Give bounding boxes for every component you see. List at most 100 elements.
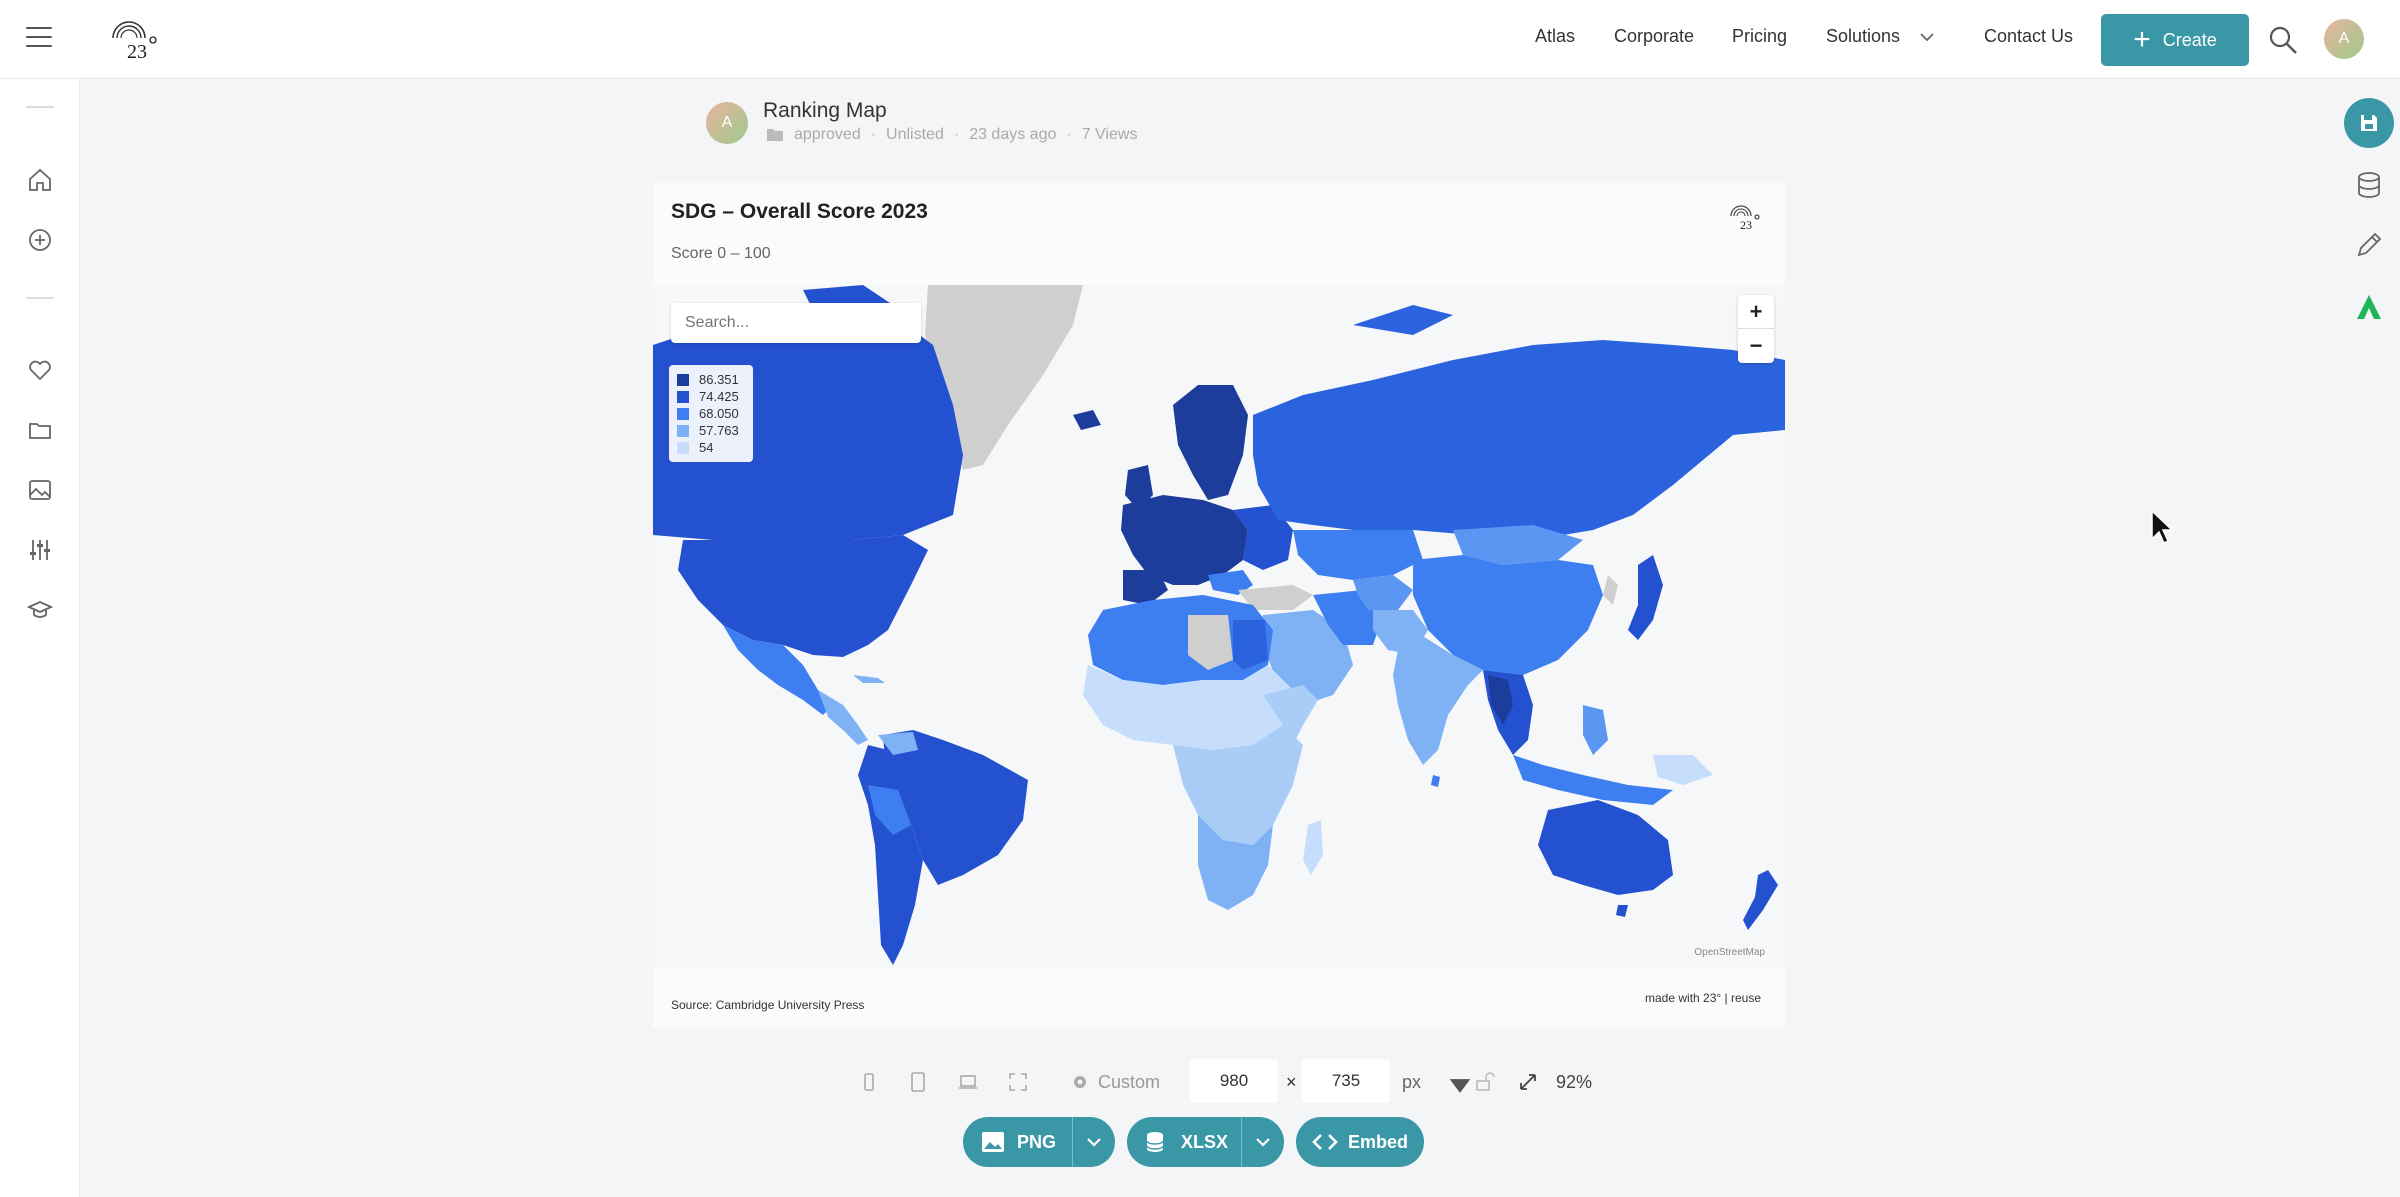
legend-label: 74.425 — [699, 389, 739, 404]
top-bar: 23 Atlas Corporate Pricing Solutions Con… — [0, 0, 2400, 79]
heart-icon[interactable] — [27, 357, 53, 383]
folder-icon[interactable] — [27, 417, 53, 443]
height-input[interactable]: 735 — [1302, 1059, 1390, 1103]
legend-item[interactable]: 54 — [677, 439, 745, 456]
search-icon[interactable] — [2268, 25, 2298, 55]
embed-label: Embed — [1348, 1131, 1409, 1152]
legend-label: 54 — [699, 440, 714, 455]
legend-swatch — [677, 424, 689, 437]
map-attribution[interactable]: OpenStreetMap — [1694, 947, 1765, 958]
project-title[interactable]: Ranking Map — [763, 99, 887, 123]
owner-avatar[interactable]: A — [706, 102, 748, 144]
png-label: PNG — [1017, 1131, 1057, 1152]
create-button[interactable]: + Create — [2101, 14, 2249, 66]
source-prefix: Source: — [671, 998, 713, 1012]
nav-solutions[interactable]: Solutions — [1826, 26, 1900, 47]
map-subtitle: Score 0 – 100 — [671, 245, 771, 262]
hamburger-menu-icon[interactable] — [26, 27, 52, 51]
phone-icon[interactable] — [857, 1070, 881, 1094]
code-icon — [1312, 1134, 1338, 1150]
choropleth-map[interactable]: 86.351 74.425 68.050 57.763 54 + − OpenStree… — [653, 285, 1785, 968]
svg-text:23: 23 — [1740, 218, 1752, 232]
times-sign: × — [1286, 1071, 1297, 1092]
floppy-disk-icon — [2361, 115, 2377, 131]
folder-icon — [767, 129, 783, 141]
source-note: Source: Cambridge University Press — [671, 998, 864, 1012]
pencil-icon[interactable] — [2354, 230, 2384, 260]
meta-folder[interactable]: approved — [794, 126, 861, 144]
meta-views: 7 Views — [1081, 126, 1138, 143]
xlsx-label: XLSX — [1181, 1131, 1229, 1152]
save-button[interactable] — [2344, 98, 2394, 148]
preset-label: Custom — [1098, 1071, 1161, 1092]
legend-item[interactable]: 68.050 — [677, 405, 745, 422]
left-sidebar — [0, 79, 80, 1197]
legend-label: 57.763 — [699, 423, 739, 438]
legend-swatch — [677, 407, 689, 420]
map-card: SDG – Overall Score 2023 Score 0 – 100 2… — [653, 183, 1785, 1029]
add-circle-icon[interactable] — [27, 227, 53, 253]
lock-open-icon[interactable] — [1472, 1070, 1496, 1094]
sliders-icon[interactable] — [27, 537, 53, 563]
sidebar-divider — [26, 297, 54, 299]
green-a-logo-icon[interactable] — [2354, 292, 2384, 322]
user-avatar[interactable]: A — [2324, 19, 2364, 59]
chevron-down-icon[interactable] — [1920, 32, 1934, 42]
fullscreen-icon[interactable] — [1006, 1070, 1030, 1094]
logo-23-degrees[interactable]: 23 — [105, 14, 165, 64]
database-icon[interactable] — [2354, 170, 2384, 200]
logo-23-degrees-small: 23 — [1730, 205, 1760, 232]
nav-atlas[interactable]: Atlas — [1535, 26, 1575, 47]
unit-select[interactable]: px — [1402, 1062, 1421, 1102]
legend-swatch — [677, 441, 689, 454]
graduation-cap-icon[interactable] — [26, 597, 54, 623]
legend-swatch — [677, 373, 689, 386]
nav-pricing[interactable]: Pricing — [1732, 26, 1787, 47]
meta-visibility: Unlisted — [886, 126, 944, 143]
image-icon[interactable] — [27, 477, 53, 503]
png-export-button[interactable]: PNG — [963, 1117, 1115, 1167]
zoom-in-button[interactable]: + — [1738, 295, 1774, 329]
source-link[interactable]: Cambridge University Press — [716, 998, 865, 1012]
create-label: Create — [2162, 29, 2217, 50]
meta-separator: · — [1066, 126, 1072, 143]
map-search-input[interactable] — [671, 303, 921, 343]
laptop-icon[interactable] — [956, 1070, 980, 1094]
meta-updated: 23 days ago — [969, 126, 1057, 143]
home-icon[interactable] — [27, 167, 53, 193]
legend-label: 68.050 — [699, 406, 739, 421]
legend-item[interactable]: 57.763 — [677, 422, 745, 439]
made-with-reuse[interactable]: made with 23° | reuse — [1645, 991, 1761, 1005]
project-meta: approved · Unlisted · 23 days ago · 7 Vi… — [766, 126, 1137, 144]
mouse-cursor-icon — [2151, 509, 2174, 545]
scale-icon[interactable] — [1516, 1070, 1540, 1094]
tablet-icon[interactable] — [906, 1070, 930, 1094]
xlsx-export-button[interactable]: XLSX — [1127, 1117, 1284, 1167]
gear-icon — [1074, 1076, 1086, 1088]
nav-corporate[interactable]: Corporate — [1614, 26, 1694, 47]
png-dropdown-chevron-icon[interactable] — [1072, 1117, 1115, 1167]
map-title: SDG – Overall Score 2023 — [671, 200, 928, 223]
nav-contact-us[interactable]: Contact Us — [1984, 26, 2073, 47]
world-map[interactable] — [653, 285, 1785, 968]
legend-label: 86.351 — [699, 372, 739, 387]
zoom-out-button[interactable]: − — [1738, 329, 1774, 363]
svg-text:23: 23 — [127, 41, 147, 63]
xlsx-dropdown-chevron-icon[interactable] — [1241, 1117, 1284, 1167]
meta-separator: · — [870, 126, 877, 143]
width-input[interactable]: 980 — [1190, 1059, 1278, 1103]
meta-separator: · — [953, 126, 960, 143]
plus-icon: + — [2133, 23, 2151, 56]
sidebar-divider — [26, 106, 54, 108]
preset-select[interactable]: Custom — [1070, 1062, 1160, 1102]
zoom-control: + − — [1738, 295, 1774, 363]
legend-item[interactable]: 86.351 — [677, 371, 745, 388]
database-icon — [1146, 1132, 1164, 1152]
image-icon — [982, 1132, 1004, 1152]
caret-down-icon[interactable] — [1448, 1074, 1472, 1098]
map-legend: 86.351 74.425 68.050 57.763 54 — [669, 365, 753, 462]
embed-button[interactable]: Embed — [1296, 1117, 1424, 1167]
legend-swatch — [677, 390, 689, 403]
zoom-level: 92% — [1556, 1071, 1593, 1092]
legend-item[interactable]: 74.425 — [677, 388, 745, 405]
